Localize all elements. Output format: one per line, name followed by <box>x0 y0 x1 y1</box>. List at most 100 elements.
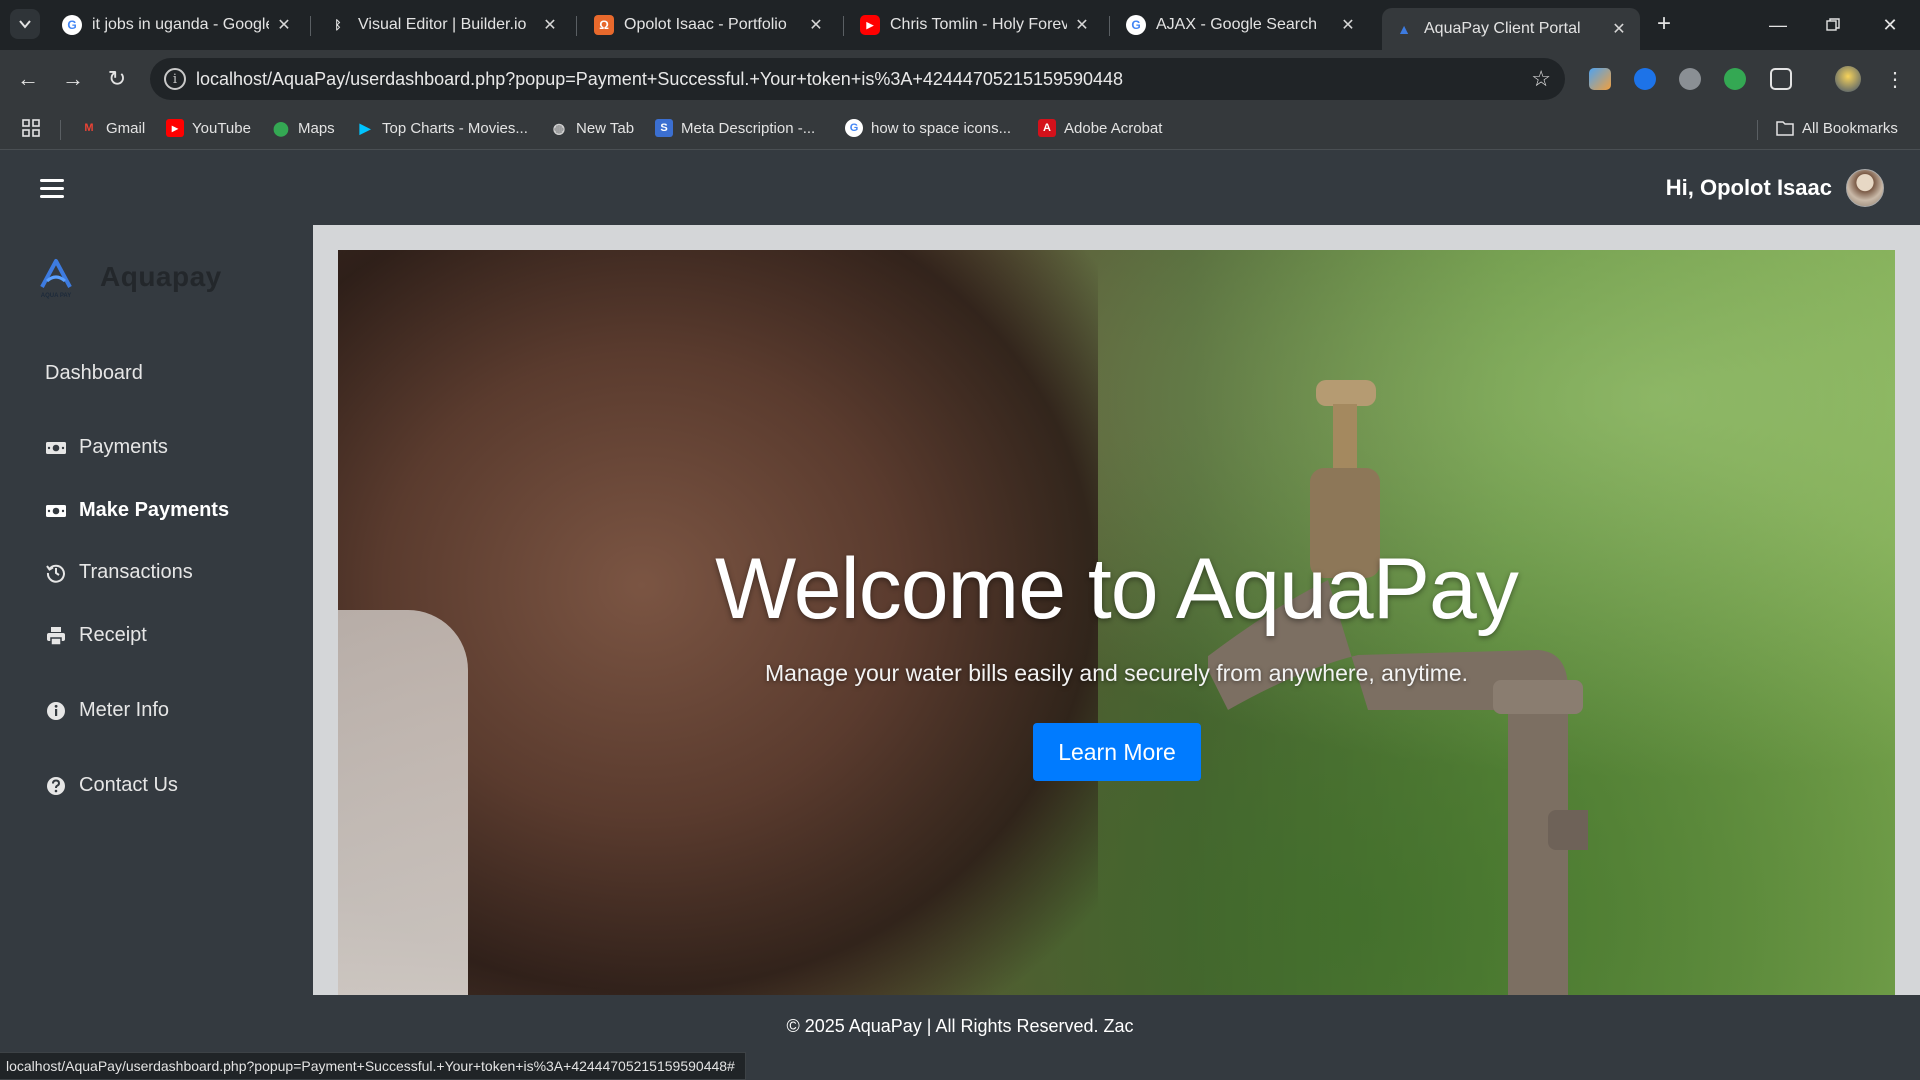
extension-icon[interactable] <box>1589 68 1611 90</box>
tab-divider <box>1109 16 1110 36</box>
address-bar[interactable]: i localhost/AquaPay/userdashboard.php?po… <box>150 58 1565 100</box>
water-tap-image <box>1208 380 1588 995</box>
sidebar-item-meter-info[interactable]: Meter Info <box>45 699 169 722</box>
close-icon[interactable]: ✕ <box>1339 16 1357 34</box>
bookmark-space-icons[interactable]: G how to space icons... <box>845 119 1011 137</box>
bookmark-label: YouTube <box>192 119 251 137</box>
bookmarks-bar: M Gmail ▶ YouTube ⬤ Maps ▶ Top Charts - … <box>0 108 1920 150</box>
link-status-bar: localhost/AquaPay/userdashboard.php?popu… <box>0 1052 746 1080</box>
puzzle-extensions-icon[interactable] <box>1770 68 1792 90</box>
learn-more-button[interactable]: Learn More <box>1033 723 1201 781</box>
google-icon: G <box>845 119 863 137</box>
tab-it-jobs[interactable]: G it jobs in uganda - Google ✕ <box>50 8 305 42</box>
extension-icon[interactable] <box>1634 68 1656 90</box>
bookmark-label: Meta Description -... <box>681 119 816 137</box>
tab-ajax[interactable]: G AJAX - Google Search ✕ <box>1114 8 1369 42</box>
url-text[interactable]: localhost/AquaPay/userdashboard.php?popu… <box>196 69 1123 90</box>
close-icon[interactable]: ✕ <box>1073 16 1091 34</box>
footer-text: © 2025 AquaPay | All Rights Reserved. Za… <box>786 1016 1134 1036</box>
sidebar-item-transactions[interactable]: Transactions <box>45 561 193 584</box>
new-tab-button[interactable]: + <box>1651 10 1677 37</box>
google-icon: G <box>62 15 82 35</box>
bookmark-youtube[interactable]: ▶ YouTube <box>166 119 251 137</box>
close-icon[interactable]: ✕ <box>807 16 825 34</box>
close-window-icon[interactable]: ✕ <box>1875 10 1905 40</box>
bookmark-adobe-acrobat[interactable]: A Adobe Acrobat <box>1038 119 1162 137</box>
question-circle-icon <box>45 775 67 797</box>
bookmark-meta-description[interactable]: S Meta Description -... <box>655 119 815 137</box>
extension-icon[interactable] <box>1724 68 1746 90</box>
browser-tabstrip: G it jobs in uganda - Google ✕ ᛒ Visual … <box>0 0 1920 50</box>
sidebar-item-label: Transactions <box>79 561 193 583</box>
profile-avatar[interactable] <box>1835 66 1861 92</box>
sidebar-item-contact-us[interactable]: Contact Us <box>45 774 178 797</box>
top-navbar: Hi, Opolot Isaac <box>0 151 1920 225</box>
bookmarks-divider <box>1757 120 1758 140</box>
user-avatar[interactable] <box>1846 169 1884 207</box>
tab-portfolio[interactable]: Ω Opolot Isaac - Portfolio ✕ <box>582 8 837 42</box>
close-icon[interactable]: ✕ <box>1610 20 1628 38</box>
bookmark-gmail[interactable]: M Gmail <box>80 119 145 137</box>
sidebar: AQUA PAY Aquapay Dashboard Payments Make… <box>0 225 313 1065</box>
maps-icon: ⬤ <box>273 119 289 136</box>
user-greeting[interactable]: Hi, Opolot Isaac <box>1666 175 1832 201</box>
tab-title: AJAX - Google Search <box>1156 16 1317 33</box>
tab-divider <box>843 16 844 36</box>
kebab-menu-icon[interactable]: ⋮ <box>1880 64 1910 94</box>
apps-grid-icon[interactable] <box>22 119 40 137</box>
tab-divider <box>576 16 577 36</box>
sidebar-item-label: Receipt <box>79 624 147 646</box>
sidebar-item-label: Contact Us <box>79 774 178 796</box>
hamburger-menu-icon[interactable] <box>40 179 64 199</box>
builder-icon: ᛒ <box>334 18 342 32</box>
minimize-icon[interactable]: — <box>1763 10 1793 40</box>
forward-arrow-icon[interactable]: → <box>58 64 88 94</box>
sidebar-item-label: Payments <box>79 436 168 458</box>
brand[interactable]: AQUA PAY Aquapay <box>36 255 222 299</box>
sidebar-item-dashboard[interactable]: Dashboard <box>45 362 143 385</box>
tab-youtube[interactable]: ▶ Chris Tomlin - Holy Forever ✕ <box>848 8 1103 42</box>
browser-toolbar: ← → ↻ i localhost/AquaPay/userdashboard.… <box>0 50 1920 108</box>
tab-title: Chris Tomlin - Holy Forever <box>890 16 1067 33</box>
tab-builder[interactable]: ᛒ Visual Editor | Builder.io ✕ <box>316 8 571 42</box>
close-icon[interactable]: ✕ <box>541 16 559 34</box>
reload-icon[interactable]: ↻ <box>102 64 132 94</box>
tab-title: Visual Editor | Builder.io <box>358 16 527 33</box>
sidebar-item-make-payments[interactable]: Make Payments <box>45 499 229 522</box>
extension-icon[interactable] <box>1679 68 1701 90</box>
bookmarks-divider <box>60 120 61 140</box>
print-icon <box>45 625 67 647</box>
gmail-icon: M <box>84 122 94 134</box>
main-content: Welcome to AquaPay Manage your water bil… <box>313 225 1920 995</box>
aquapay-logo-icon: AQUA PAY <box>40 259 72 299</box>
aquapay-page: Hi, Opolot Isaac AQUA PAY Aquapay Dashbo… <box>0 151 1920 1080</box>
sidebar-item-receipt[interactable]: Receipt <box>45 624 147 647</box>
globe-icon: ◍ <box>552 119 566 136</box>
bookmark-maps[interactable]: ⬤ Maps <box>272 119 335 137</box>
hero-banner: Welcome to AquaPay Manage your water bil… <box>338 250 1895 995</box>
portfolio-icon: Ω <box>594 15 614 35</box>
bookmark-label: All Bookmarks <box>1802 119 1898 137</box>
sidebar-item-payments[interactable]: Payments <box>45 436 168 459</box>
money-bill-icon <box>45 500 67 522</box>
tab-title: AquaPay Client Portal <box>1424 20 1581 37</box>
hero-subtitle: Manage your water bills easily and secur… <box>764 660 1469 686</box>
bookmark-star-icon[interactable]: ☆ <box>1531 66 1551 92</box>
sidebar-item-label: Meter Info <box>79 699 170 721</box>
chevron-down-icon <box>19 20 31 29</box>
close-icon[interactable]: ✕ <box>275 16 293 34</box>
bookmark-top-charts[interactable]: ▶ Top Charts - Movies... <box>356 119 528 137</box>
tab-search-button[interactable] <box>10 9 40 39</box>
money-bill-icon <box>45 437 67 459</box>
bookmark-new-tab[interactable]: ◍ New Tab <box>550 119 634 137</box>
back-arrow-icon[interactable]: ← <box>13 64 43 94</box>
all-bookmarks-folder[interactable]: All Bookmarks <box>1776 119 1898 137</box>
tab-aquapay[interactable]: ▲ AquaPay Client Portal ✕ <box>1382 8 1640 50</box>
acrobat-icon: A <box>1038 119 1056 137</box>
bookmark-label: Adobe Acrobat <box>1064 119 1163 137</box>
restore-icon[interactable] <box>1818 10 1848 40</box>
sidebar-item-label: Dashboard <box>45 362 143 384</box>
sidebar-item-label: Make Payments <box>79 499 230 521</box>
tab-divider <box>310 16 311 36</box>
site-info-icon[interactable]: i <box>164 68 186 90</box>
